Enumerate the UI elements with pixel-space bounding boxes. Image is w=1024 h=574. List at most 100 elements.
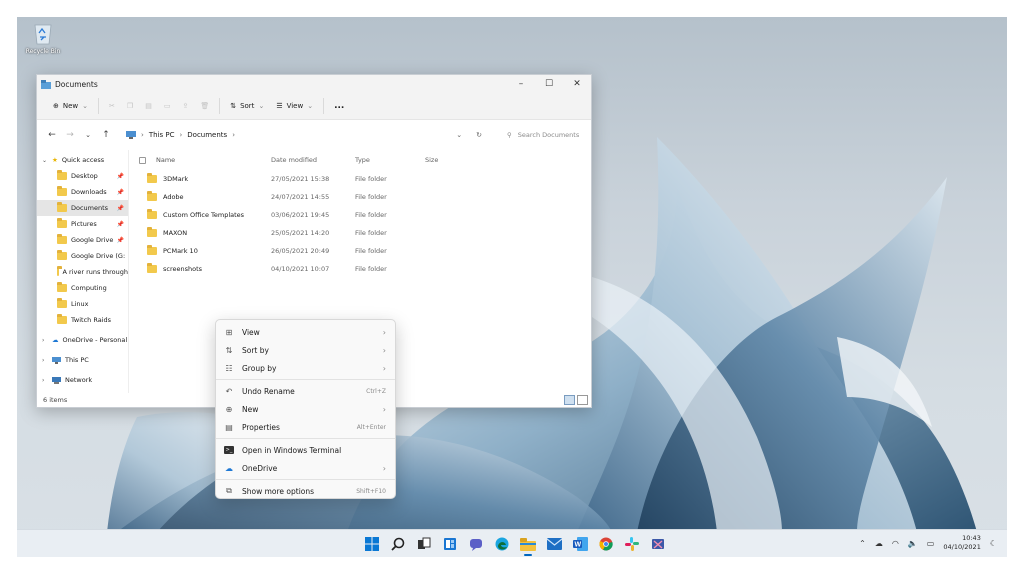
select-all-checkbox[interactable] [139,156,146,164]
search-box[interactable]: ⚲ Search Documents [501,125,583,145]
tiles-view-toggle[interactable] [577,395,588,405]
mail-button[interactable] [544,534,564,554]
minimize-button[interactable]: – [507,75,535,93]
wifi-icon[interactable]: ◠ [892,539,899,548]
shortcut-label: Ctrl+Z [366,387,386,395]
address-dropdown-icon[interactable]: ⌄ [456,131,462,139]
sidebar-quick-access[interactable]: ⌄ ★ Quick access [37,152,128,168]
search-button[interactable] [388,534,408,554]
back-arrow-icon[interactable]: ← [43,130,61,140]
new-button[interactable]: ⊕ New ⌄ [47,95,94,117]
copy-button[interactable]: ❐ [121,95,139,117]
folder-icon [57,170,67,180]
start-button[interactable] [362,534,382,554]
refresh-icon[interactable]: ↻ [476,131,482,139]
menu-item-undo-rename[interactable]: ↶ Undo Rename Ctrl+Z [216,382,395,400]
teams-chat-button[interactable] [466,534,486,554]
menu-item-new[interactable]: ⊕ New › [216,400,395,418]
sidebar-item[interactable]: Linux [37,296,128,312]
menu-item-open-terminal[interactable]: >_ Open in Windows Terminal [216,441,395,459]
file-row[interactable]: screenshots 04/10/2021 10:07 File folder [129,260,591,278]
file-name: 3DMark [163,175,189,183]
breadcrumb-documents[interactable]: Documents [187,131,227,139]
file-date: 27/05/2021 15:38 [271,175,330,183]
recycle-bin-shortcut[interactable]: Recycle Bin [22,21,64,55]
file-name: Custom Office Templates [163,211,245,219]
slack-button[interactable] [622,534,642,554]
sidebar-item[interactable]: Desktop 📌 [37,168,128,184]
network-icon [52,376,61,384]
sidebar-item[interactable]: Google Drive 📌 [37,232,128,248]
menu-divider [216,438,395,439]
widgets-button[interactable] [440,534,460,554]
clock[interactable]: 10:43 04/10/2021 [943,534,980,552]
chrome-button[interactable] [596,534,616,554]
expand-chevron-icon[interactable]: › [42,337,44,344]
sidebar-item[interactable]: Downloads 📌 [37,184,128,200]
sidebar-network[interactable]: › Network [37,372,128,388]
delete-button[interactable]: 🗑 [194,95,215,117]
address-bar[interactable]: › This PC › Documents › ⌄ ↻ [119,125,493,145]
battery-icon[interactable]: ▭ [927,539,935,548]
paste-button[interactable]: ▤ [139,95,158,117]
maximize-button[interactable]: ☐ [535,75,563,93]
sidebar-label: Google Drive [71,236,114,244]
file-name-cell: Adobe [129,191,271,201]
sort-button[interactable]: ⇅ Sort ⌄ [224,95,270,117]
close-button[interactable]: ✕ [563,75,591,93]
sidebar-item[interactable]: Computing [37,280,128,296]
menu-item-show-more-options[interactable]: ⧉ Show more options Shift+F10 [216,482,395,500]
recent-chevron-icon[interactable]: ⌄ [79,131,97,139]
pin-icon: 📌 [116,204,124,212]
breadcrumb-this-pc[interactable]: This PC [149,131,175,139]
menu-item-properties[interactable]: ▤ Properties Alt+Enter [216,418,395,436]
expand-chevron-icon[interactable]: ⌄ [42,157,47,164]
file-row[interactable]: Adobe 24/07/2021 14:55 File folder [129,188,591,206]
expand-chevron-icon[interactable]: › [42,357,44,364]
file-row[interactable]: Custom Office Templates 03/06/2021 19:45 F… [129,206,591,224]
more-button[interactable]: ... [328,95,350,117]
context-menu: ⊞ View › ⇅ Sort by › ☷ Group by › ↶ Undo… [215,319,396,499]
edge-button[interactable] [492,534,512,554]
scissors-icon: ✂ [109,102,115,110]
speaker-icon[interactable]: 🔈 [908,539,918,548]
sidebar-item[interactable]: Documents 📌 [37,200,128,216]
cut-button[interactable]: ✂ [103,95,121,117]
menu-item-view[interactable]: ⊞ View › [216,323,395,341]
task-view-button[interactable] [414,534,434,554]
column-name-label: Name [156,156,176,164]
file-row[interactable]: 3DMark 27/05/2021 15:38 File folder [129,170,591,188]
column-size[interactable]: Size [425,156,465,164]
menu-item-group-by[interactable]: ☷ Group by › [216,359,395,377]
forward-arrow-icon[interactable]: → [61,130,79,140]
folder-icon [57,234,67,244]
sidebar-onedrive[interactable]: › ☁ OneDrive - Personal [37,332,128,348]
expand-chevron-icon[interactable]: › [42,377,44,384]
file-explorer-button[interactable] [518,534,538,556]
chevron-right-icon: › [232,131,235,139]
notification-icon[interactable]: ☾ [990,539,997,548]
file-row[interactable]: PCMark 10 26/05/2021 20:49 File folder [129,242,591,260]
word-button[interactable]: W [570,534,590,554]
sidebar-item[interactable]: Twitch Raids [37,312,128,328]
up-arrow-icon[interactable]: ↑ [97,130,115,140]
sidebar-item[interactable]: Google Drive (G: [37,248,128,264]
sidebar-this-pc[interactable]: › This PC [37,352,128,368]
view-button[interactable]: ☰ View ⌄ [270,95,319,117]
menu-item-onedrive[interactable]: ☁ OneDrive › [216,459,395,477]
column-name[interactable]: Name [129,156,271,164]
details-view-toggle[interactable] [564,395,575,405]
onedrive-tray-icon[interactable]: ☁ [875,539,883,548]
menu-item-sort-by[interactable]: ⇅ Sort by › [216,341,395,359]
column-date-modified[interactable]: Date modified [271,156,355,164]
menu-label: Show more options [242,486,315,496]
sidebar-item[interactable]: A river runs through [37,264,128,280]
sidebar-item[interactable]: Pictures 📌 [37,216,128,232]
file-row[interactable]: MAXON 25/05/2021 14:20 File folder [129,224,591,242]
share-button[interactable]: ⇪ [176,95,194,117]
snipping-tool-button[interactable] [648,534,668,554]
pin-icon: 📌 [116,236,124,244]
column-type[interactable]: Type [355,156,425,164]
rename-button[interactable]: ▭ [158,95,177,117]
chevron-up-icon[interactable]: ⌃ [859,539,866,548]
